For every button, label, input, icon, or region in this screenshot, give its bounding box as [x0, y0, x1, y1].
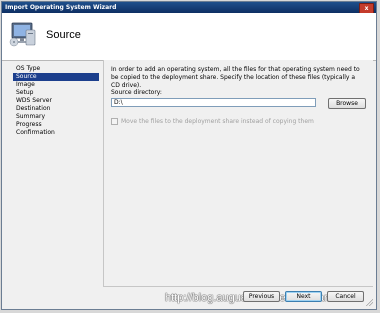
source-directory-label: Source directory: [111, 89, 162, 96]
source-directory-input[interactable]: D:\ [111, 98, 316, 107]
nav-item-wds-server[interactable]: WDS Server [13, 97, 99, 105]
nav-item-progress[interactable]: Progress [13, 121, 99, 129]
nav-item-confirmation[interactable]: Confirmation [13, 129, 99, 137]
cancel-button[interactable]: Cancel [327, 291, 364, 302]
footer-divider [103, 286, 373, 287]
previous-button[interactable]: Previous [243, 291, 280, 302]
content-pane: In order to add an operating system, all… [103, 60, 373, 286]
move-files-label: Move the files to the deployment share i… [121, 118, 314, 125]
nav-item-summary[interactable]: Summary [13, 113, 99, 121]
wizard-nav: OS Type Source Image Setup WDS Server De… [13, 65, 99, 137]
window-title: Import Operating System Wizard [5, 4, 117, 11]
wizard-header: Source [2, 13, 376, 61]
nav-item-os-type[interactable]: OS Type [13, 65, 99, 73]
move-files-option: Move the files to the deployment share i… [111, 118, 314, 125]
nav-item-destination[interactable]: Destination [13, 105, 99, 113]
wizard-window: Import Operating System Wizard x Source … [1, 1, 377, 310]
nav-item-source[interactable]: Source [13, 73, 99, 81]
instructions-text: In order to add an operating system, all… [111, 66, 360, 89]
page-title: Source [46, 29, 81, 41]
computer-monitor-icon [9, 22, 36, 47]
nav-item-image[interactable]: Image [13, 81, 99, 89]
resize-grip[interactable] [365, 298, 373, 306]
nav-item-setup[interactable]: Setup [13, 89, 99, 97]
move-files-checkbox[interactable] [111, 118, 118, 125]
browse-button[interactable]: Browse [328, 98, 366, 109]
title-bar: Import Operating System Wizard x [2, 2, 376, 14]
next-button[interactable]: Next [285, 291, 322, 302]
